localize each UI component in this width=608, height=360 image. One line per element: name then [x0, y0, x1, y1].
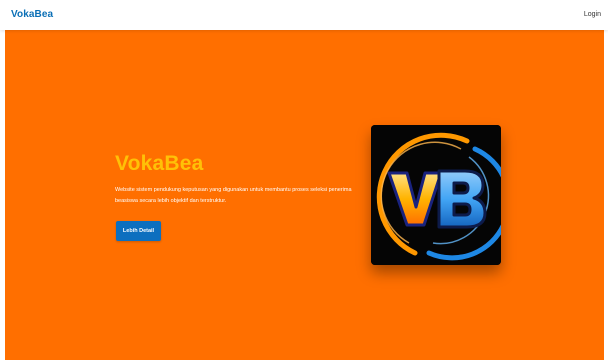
login-link[interactable]: Login — [584, 11, 601, 18]
brand-logo[interactable]: VokaBea — [11, 9, 53, 20]
detail-button[interactable]: Lebih Detail — [116, 221, 161, 241]
hero-description: Website sistem pendukung keputusan yang … — [115, 187, 352, 204]
vb-logo-image — [371, 125, 501, 265]
navbar: VokaBea Login — [0, 0, 608, 30]
vb-logo-icon — [371, 125, 501, 265]
hero-title: VokaBea — [115, 152, 204, 175]
hero-section: VokaBea Website sistem pendukung keputus… — [5, 30, 604, 360]
